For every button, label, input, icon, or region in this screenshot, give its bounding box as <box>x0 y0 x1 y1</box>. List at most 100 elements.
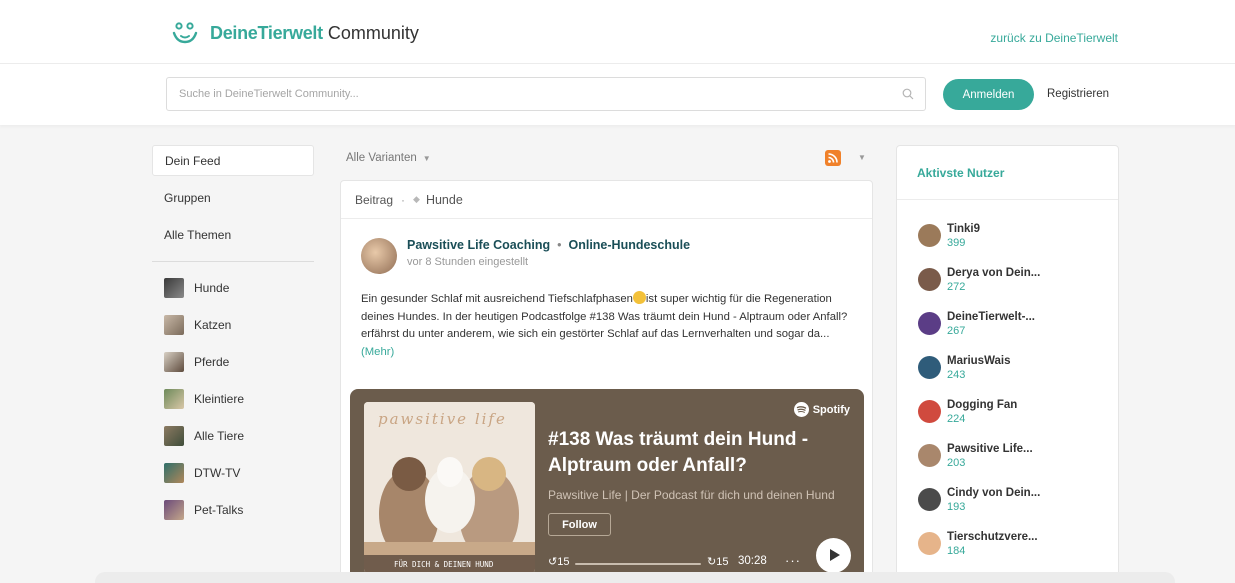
spotify-label: Spotify <box>812 403 850 416</box>
small-pets-thumb-icon <box>164 388 184 409</box>
post-topic-link[interactable]: Hunde <box>426 193 463 207</box>
active-user[interactable]: Cindy von Dein... 193 <box>918 487 1040 513</box>
search-icon[interactable] <box>902 88 914 100</box>
spotify-embed-player[interactable]: pawsitive life FÜR DICH & DEINEN HUND Sp… <box>350 389 864 582</box>
separator-dot: · <box>401 192 406 207</box>
skip-back-button[interactable]: ↺15 <box>548 555 569 568</box>
post-card: Beitrag · ◆ Hunde Pawsitive Life Coachin… <box>340 180 873 583</box>
logo-brand: DeineTierwelt <box>210 22 323 43</box>
user-score: 193 <box>947 501 966 513</box>
rss-icon[interactable] <box>825 150 841 166</box>
user-name: Dogging Fan <box>947 399 1018 411</box>
cat-thumb-icon <box>164 314 184 335</box>
user-score: 399 <box>947 237 966 249</box>
nav-item-feed[interactable]: Dein Feed <box>152 145 314 176</box>
dog-thumb-icon <box>164 277 184 298</box>
filter-label: Alle Varianten <box>346 152 417 164</box>
login-button[interactable]: Anmelden <box>943 79 1034 110</box>
post-author: Pawsitive Life Coaching • Online-Hundesc… <box>361 238 690 274</box>
follow-button[interactable]: Follow <box>548 513 611 536</box>
topic-pet-talks[interactable]: Pet-Talks <box>152 498 314 521</box>
post-card-header: Beitrag · ◆ Hunde <box>341 181 872 219</box>
user-name: Tierschutzvere... <box>947 531 1038 543</box>
top-header: DeineTierwelt Community zurück zu DeineT… <box>0 0 1235 63</box>
author-separator: • <box>557 238 562 252</box>
back-to-deinetierwelt-link[interactable]: zurück zu DeineTierwelt <box>990 31 1118 45</box>
topic-label: DTW-TV <box>194 465 241 480</box>
sleeping-emoji-icon <box>632 291 646 304</box>
play-button[interactable] <box>816 538 851 573</box>
topic-alle-tiere[interactable]: Alle Tiere <box>152 424 314 447</box>
rss-dropdown-chevron-icon[interactable]: ▼ <box>858 153 866 162</box>
topic-kleintiere[interactable]: Kleintiere <box>152 387 314 410</box>
user-score: 267 <box>947 325 966 337</box>
topic-label: Alle Tiere <box>194 428 245 443</box>
active-users-card: Aktivste Nutzer Tinki9 399 Derya von Dein… <box>896 145 1119 583</box>
episode-duration: 30:28 <box>738 555 767 567</box>
user-score: 243 <box>947 369 966 381</box>
play-icon <box>830 549 840 561</box>
author-name-link[interactable]: Pawsitive Life Coaching <box>407 238 550 252</box>
active-user[interactable]: DeineTierwelt-... 267 <box>918 311 1035 337</box>
nav-item-groups[interactable]: Gruppen <box>152 182 314 213</box>
active-user[interactable]: Derya von Dein... 272 <box>918 267 1040 293</box>
topic-pferde[interactable]: Pferde <box>152 350 314 373</box>
post-body: Ein gesunder Schlaf mit ausreichend Tief… <box>361 291 851 361</box>
avatar[interactable] <box>361 238 397 274</box>
logo[interactable]: DeineTierwelt Community <box>172 22 419 44</box>
skip-forward-icon: ↻ <box>707 556 717 568</box>
more-options-button[interactable]: ··· <box>785 553 801 568</box>
episode-title[interactable]: #138 Was träumt dein Hund - Alptraum ode… <box>548 427 853 479</box>
post-text-part1: Ein gesunder Schlaf mit ausreichend Tief… <box>361 293 633 305</box>
active-user[interactable]: Dogging Fan 224 <box>918 399 1017 425</box>
chevron-down-icon: ▼ <box>422 153 431 163</box>
avatar <box>918 488 941 511</box>
active-user[interactable]: Tierschutzvere... 184 <box>918 531 1038 557</box>
topic-hunde[interactable]: Hunde <box>152 276 314 299</box>
register-link[interactable]: Registrieren <box>1047 88 1109 100</box>
post-type-label: Beitrag <box>355 192 394 207</box>
cover-title: pawsitive life <box>378 410 507 428</box>
progress-bar[interactable] <box>575 563 701 565</box>
variant-filter-dropdown[interactable]: Alle Varianten ▼ <box>346 152 431 164</box>
sidebar-divider <box>152 261 314 262</box>
topic-dtw-tv[interactable]: DTW-TV <box>152 461 314 484</box>
tv-thumb-icon <box>164 462 184 483</box>
podcast-cover-image: pawsitive life FÜR DICH & DEINEN HUND <box>364 402 535 573</box>
horse-thumb-icon <box>164 351 184 372</box>
skip-forward-seconds: 15 <box>716 556 729 568</box>
user-name: DeineTierwelt-... <box>947 311 1035 323</box>
topic-katzen[interactable]: Katzen <box>152 313 314 336</box>
user-name: Derya von Dein... <box>947 267 1041 279</box>
topic-label: Kleintiere <box>194 391 245 406</box>
avatar <box>918 268 941 291</box>
paw-logo-icon <box>172 22 198 44</box>
pet-talks-thumb-icon <box>164 499 184 520</box>
read-more-link[interactable]: (Mehr) <box>361 346 394 358</box>
active-user[interactable]: Tinki9 399 <box>918 223 980 249</box>
active-user[interactable]: MariusWais 243 <box>918 355 1010 381</box>
search-input[interactable] <box>167 78 867 110</box>
user-name: Tinki9 <box>947 223 981 235</box>
bottom-bar <box>95 572 1175 583</box>
avatar <box>918 356 941 379</box>
user-name: MariusWais <box>947 355 1011 367</box>
skip-back-icon: ↺ <box>548 556 558 568</box>
active-user[interactable]: Pawsitive Life... 203 <box>918 443 1033 469</box>
search-box <box>166 77 926 111</box>
spotify-logo[interactable]: Spotify <box>793 402 850 417</box>
post-timestamp: vor 8 Stunden eingestellt <box>407 256 529 268</box>
avatar <box>918 532 941 555</box>
topic-label: Pet-Talks <box>194 502 244 517</box>
user-score: 184 <box>947 545 966 557</box>
skip-forward-button[interactable]: ↻15 <box>707 555 728 568</box>
skip-back-seconds: 15 <box>557 556 570 568</box>
author-school-link[interactable]: Online-Hundeschule <box>568 238 690 252</box>
nav-item-all-topics[interactable]: Alle Themen <box>152 219 314 250</box>
topic-label: Pferde <box>194 354 230 369</box>
search-bar: Anmelden Registrieren <box>0 63 1235 125</box>
show-name[interactable]: Pawsitive Life | Der Podcast für dich un… <box>548 488 853 502</box>
user-name: Pawsitive Life... <box>947 443 1033 455</box>
topic-label: Hunde <box>194 280 230 295</box>
topic-label: Katzen <box>194 317 232 332</box>
